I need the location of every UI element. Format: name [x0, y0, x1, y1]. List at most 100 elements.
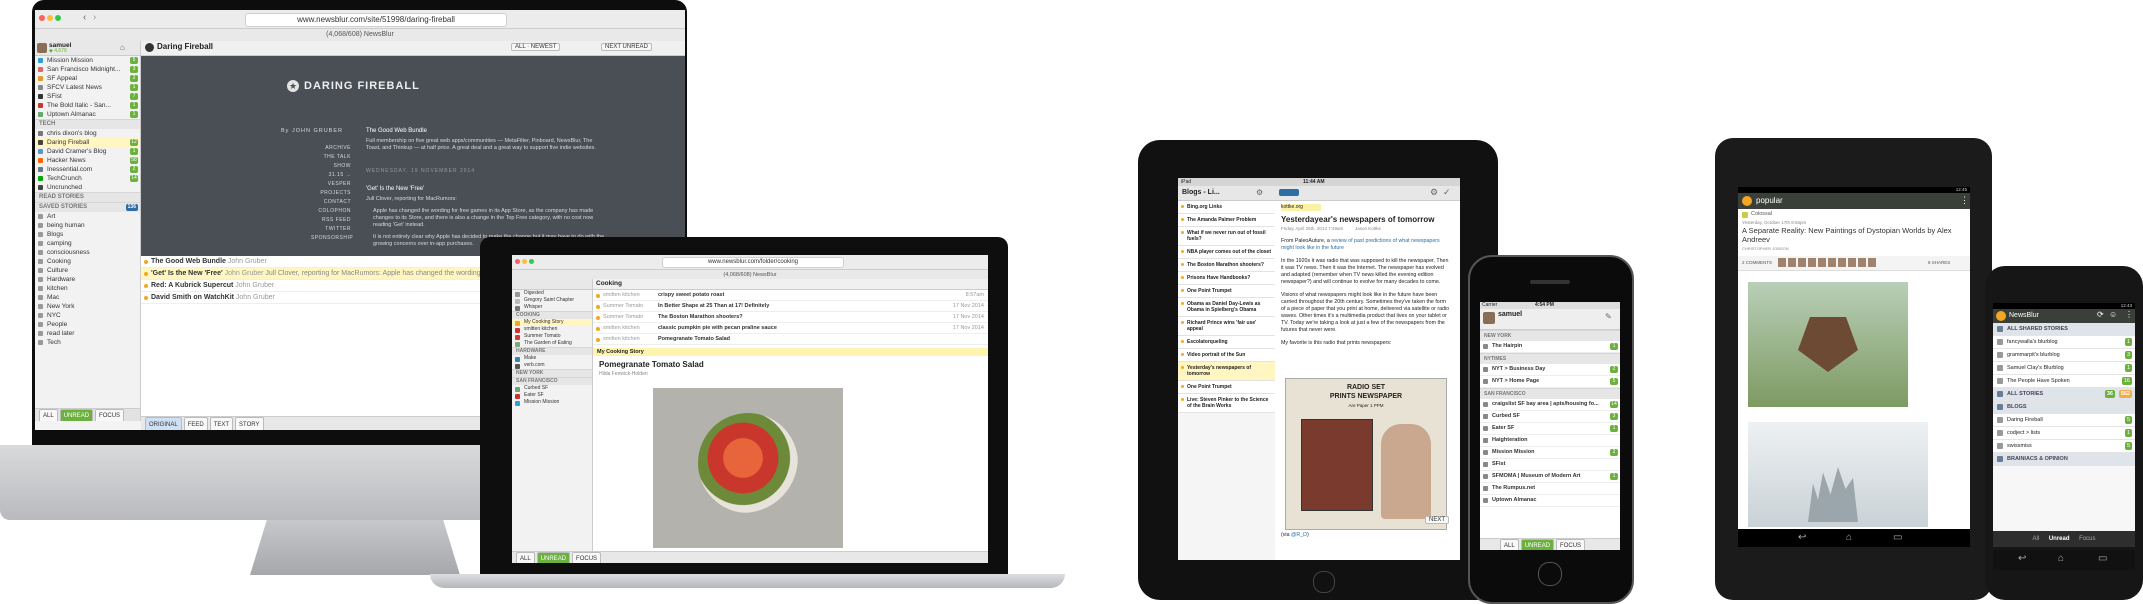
sidebar-feed[interactable]: verb.com — [512, 362, 592, 369]
feed-row[interactable]: Samuel Clay's Blurblog 1 — [1993, 362, 2135, 375]
saved-tag[interactable]: Mac — [35, 293, 140, 302]
section-header[interactable]: BRAINIACS & OPINION — [1993, 453, 2135, 466]
saved-tag[interactable]: Culture — [35, 266, 140, 275]
site-nav-link[interactable]: COLOPHON — [311, 207, 351, 216]
site-nav-link[interactable]: TWITTER — [311, 225, 351, 234]
sidebar-folder[interactable]: HARDWARE — [512, 347, 592, 355]
view-text-tab[interactable]: TEXT — [209, 417, 234, 430]
site-nav-link[interactable]: THE TALK SHOW — [311, 153, 351, 171]
back-arrow-icon[interactable]: ‹ — [83, 12, 86, 23]
folder-row[interactable]: SAN FRANCISCO — [1480, 388, 1620, 399]
refresh-icon[interactable]: ⟳ — [2097, 310, 2104, 319]
back-nav-icon[interactable]: ↩ — [2018, 553, 2026, 564]
sidebar-feed[interactable]: Make — [512, 355, 592, 362]
feed-row[interactable]: craigslist SF bay area | apts/housing fo… — [1480, 399, 1620, 411]
site-nav-link[interactable]: RSS FEED — [311, 216, 351, 225]
saved-tag[interactable]: Art — [35, 212, 140, 221]
view-story-tab[interactable]: STORY — [235, 417, 264, 430]
site-nav-link[interactable]: SPONSORSHIP — [311, 234, 353, 243]
avatar[interactable] — [1483, 312, 1495, 324]
close-window-icon[interactable] — [515, 259, 520, 264]
filter-unread-button[interactable]: UNREAD — [1520, 539, 1555, 550]
shares-count[interactable]: 8 SHARES — [1928, 260, 1950, 265]
feed-row[interactable]: swissmiss 5 — [1993, 440, 2135, 453]
filter-focus-button[interactable]: FOCUS — [572, 552, 602, 563]
sidebar-feed[interactable]: chris dixon's blog — [35, 129, 140, 138]
sidebar-feed[interactable]: Inessential.com 2 — [35, 165, 140, 174]
feed-row[interactable]: codject > lists 1 — [1993, 427, 2135, 440]
minimize-window-icon[interactable] — [522, 259, 527, 264]
filter-unread-button[interactable]: Unread — [2049, 536, 2070, 542]
post-title-2[interactable]: 'Get' Is the New 'Free' — [366, 186, 424, 192]
story-row[interactable]: Yesterday's newspapers of tomorrow — [1178, 362, 1275, 381]
story-row[interactable]: Bing.org Links — [1178, 201, 1275, 214]
sidebar-feed[interactable]: SFist 7 — [35, 92, 140, 101]
feed-row[interactable]: The Hairpin 1 — [1480, 341, 1620, 353]
saved-tag[interactable]: Hardware — [35, 275, 140, 284]
home-nav-icon[interactable]: ⌂ — [1846, 532, 1852, 543]
home-button[interactable] — [1538, 562, 1562, 586]
story-row[interactable]: Summer Tomato The Boston Marathon shooter… — [593, 312, 988, 323]
sidebar-folder[interactable]: COOKING — [512, 311, 592, 319]
filter-unread-button[interactable]: UNREAD — [59, 409, 94, 421]
filter-focus-button[interactable]: FOCUS — [1556, 539, 1586, 550]
story-row[interactable]: smitten kitchen crispy sweet potato roast… — [593, 290, 988, 301]
sidebar-feed[interactable]: Gregory Saint Chapter — [512, 297, 592, 304]
story-row[interactable]: The Amanda Palmer Problem — [1178, 214, 1275, 227]
feed-row[interactable]: SFist — [1480, 459, 1620, 471]
saved-tag[interactable]: consciousness — [35, 248, 140, 257]
feed-row[interactable]: Mission Mission 2 — [1480, 447, 1620, 459]
saved-tag[interactable]: People — [35, 320, 140, 329]
post-title[interactable]: The Good Web Bundle — [366, 128, 427, 134]
order-filter-button[interactable]: ALL · NEWEST — [511, 43, 561, 51]
recents-nav-icon[interactable]: ▭ — [1893, 532, 1902, 543]
sidebar-feed[interactable]: Daring Fireball 12 — [35, 138, 140, 147]
saved-stories-folder[interactable]: SAVED STORIES 136 — [35, 202, 140, 212]
sidebar-feed[interactable]: Eater SF — [512, 392, 592, 399]
feed-row[interactable]: Eater SF 1 — [1480, 423, 1620, 435]
user-icon[interactable]: ☺ — [2109, 310, 2117, 319]
sidebar-feed[interactable]: David Cramer's Blog 1 — [35, 147, 140, 156]
sidebar-feed[interactable]: Whisper — [512, 304, 592, 311]
sidebar-feed[interactable]: Mission Mission 5 — [35, 56, 140, 65]
home-icon[interactable]: ⌂ — [120, 43, 125, 52]
compose-icon[interactable]: ✎ — [1605, 312, 1612, 321]
story-row[interactable]: What if we never run out of fossil fuels… — [1178, 227, 1275, 246]
story-row[interactable]: Richard Prince wins 'fair use' appeal — [1178, 317, 1275, 336]
story-row[interactable]: Summer Tomato In Better Shape at 25 Than … — [593, 301, 988, 312]
settings-gear-icon[interactable]: ⚙ — [1256, 188, 1263, 197]
home-button[interactable] — [1313, 571, 1335, 593]
overflow-menu-icon[interactable]: ⋮ — [2125, 310, 2133, 319]
view-feed-tab[interactable]: FEED — [183, 417, 208, 430]
feed-row[interactable]: fancywalla's blurblog 1 — [1993, 336, 2135, 349]
feed-row[interactable]: NYT > Home Page 5 — [1480, 376, 1620, 388]
sidebar-feed[interactable]: The Garden of Eating — [512, 340, 592, 347]
address-bar[interactable]: www.newsblur.com/folder/cooking — [662, 257, 844, 268]
section-header[interactable]: ALL SHARED STORIES — [1993, 323, 2135, 336]
zoom-window-icon[interactable] — [529, 259, 534, 264]
feed-row[interactable]: NYT > Business Day 2 — [1480, 364, 1620, 376]
story-row[interactable]: smitten kitchen classic pumpkin pie with … — [593, 323, 988, 334]
back-nav-icon[interactable]: ↩ — [1798, 532, 1806, 543]
sidebar-feed[interactable]: TechCrunch 14 — [35, 174, 140, 183]
section-header[interactable]: ALL STORIES 562 36 — [1993, 388, 2135, 401]
selected-story-bar[interactable]: My Cooking Story — [593, 348, 988, 356]
saved-tag[interactable]: Tech — [35, 338, 140, 347]
sidebar-feed[interactable]: The Bold Italic - San... 1 — [35, 101, 140, 110]
feed-row[interactable]: SFMOMA | Museum of Modern Art 1 — [1480, 471, 1620, 483]
sidebar-feed[interactable]: Uptown Almanac 1 — [35, 110, 140, 119]
folder-row[interactable]: NYTIMES — [1480, 353, 1620, 364]
saved-tag[interactable]: read later — [35, 329, 140, 338]
saved-tag[interactable]: kitchen — [35, 284, 140, 293]
close-window-icon[interactable] — [39, 15, 45, 21]
sidebar-feed[interactable]: Hacker News 58 — [35, 156, 140, 165]
sidebar-feed[interactable]: Curbed SF — [512, 385, 592, 392]
saved-tag[interactable]: Cooking — [35, 257, 140, 266]
feed-row[interactable]: The Rumpus.net — [1480, 483, 1620, 495]
sidebar-feed-selected[interactable]: My Cooking Story — [512, 319, 592, 326]
sidebar-feed[interactable]: Uncrunched — [35, 183, 140, 192]
filter-focus-button[interactable]: FOCUS — [95, 409, 125, 421]
filter-all-button[interactable]: ALL — [39, 409, 58, 421]
read-stories-folder[interactable]: READ STORIES — [35, 192, 140, 202]
filter-focus-button[interactable]: Focus — [2079, 536, 2095, 542]
